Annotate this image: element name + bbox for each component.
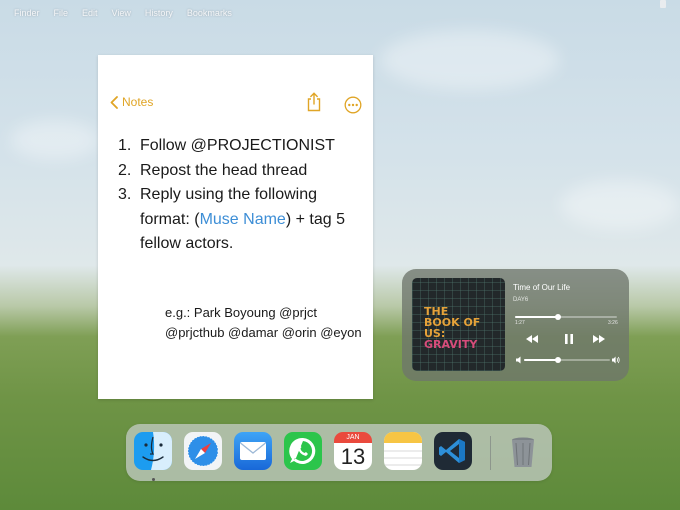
notes-window: Notes 1. Follow @PROJECTIONIST 2. Repost t… [98, 55, 373, 399]
rewind-button[interactable] [524, 332, 540, 346]
volume-knob[interactable] [555, 357, 562, 363]
progress-knob[interactable] [554, 314, 561, 320]
menu-view[interactable]: View [112, 8, 131, 18]
track-title: Time of Our Life [513, 283, 571, 292]
mail-icon [240, 442, 266, 460]
album-art-lettering: THE BOOK OF US: GRAVITY [424, 306, 494, 350]
album-art[interactable]: THE BOOK OF US: GRAVITY [412, 278, 505, 371]
dock-app-vscode[interactable] [434, 432, 472, 470]
menu-file[interactable]: File [54, 8, 69, 18]
chevron-left-icon [110, 95, 118, 109]
dock-app-mail[interactable] [234, 432, 272, 470]
trash-icon [512, 437, 534, 467]
progress-bar[interactable] [515, 314, 617, 320]
muse-name-link[interactable]: Muse Name [200, 211, 286, 228]
dock-app-whatsapp[interactable] [284, 432, 322, 470]
dock-separator [490, 436, 491, 470]
pause-icon [565, 334, 573, 344]
progress-fill [515, 316, 558, 318]
menu-finder[interactable]: Finder [14, 8, 40, 18]
note-content[interactable]: 1. Follow @PROJECTIONIST 2. Repost the hea… [118, 134, 363, 257]
notes-back-label: Notes [122, 95, 154, 109]
speaker-high-icon [612, 356, 620, 364]
step-text: Repost the head thread [140, 161, 308, 179]
whatsapp-icon [289, 437, 316, 464]
ellipsis-circle-icon[interactable] [344, 96, 362, 114]
share-icon[interactable] [306, 92, 322, 112]
vscode-icon [439, 439, 465, 463]
dock-app-calendar[interactable]: JAN 13 [334, 432, 372, 470]
dock: JAN 13 [126, 424, 552, 481]
steps-list: 1. Follow @PROJECTIONIST 2. Repost the hea… [118, 134, 363, 257]
notes-back-button[interactable]: Notes [110, 95, 153, 109]
step-text: Follow @PROJECTIONIST [140, 137, 335, 154]
volume-fill [524, 359, 559, 361]
dock-app-safari[interactable] [184, 432, 222, 470]
step-number: 3. [118, 186, 132, 203]
dock-app-trash[interactable] [504, 432, 542, 470]
menu-bookmarks[interactable]: Bookmarks [187, 8, 232, 18]
sky-cloud [560, 180, 680, 230]
backward-icon [526, 335, 538, 343]
pause-button[interactable] [561, 332, 577, 346]
dock-app-finder[interactable] [134, 432, 172, 470]
step-number: 1. [118, 137, 132, 154]
album-art-line: GRAVITY [424, 338, 478, 351]
notes-toolbar: Notes [98, 92, 373, 119]
step-number: 2. [118, 161, 132, 179]
sky-cloud [10, 120, 100, 160]
menu-edit[interactable]: Edit [82, 8, 98, 18]
example-text: e.g.: Park Boyoung @prjct @prjcthub @dam… [165, 305, 362, 340]
battery-icon [660, 0, 666, 8]
artist-name: DAY6 [513, 297, 529, 303]
finder-icon [134, 432, 172, 470]
menu-history[interactable]: History [145, 8, 173, 18]
forward-icon [593, 335, 605, 343]
notes-icon [384, 432, 422, 466]
elapsed-time: 1:27 [515, 320, 525, 326]
calendar-month: JAN [334, 432, 372, 443]
forward-button[interactable] [591, 332, 607, 346]
list-item: 3. Reply using the following format: (Mus… [118, 183, 363, 257]
list-item: 2. Repost the head thread [118, 159, 363, 184]
volume-slider[interactable] [524, 357, 610, 363]
speaker-low-icon [516, 356, 521, 364]
list-item: 1. Follow @PROJECTIONIST [118, 134, 363, 159]
finder-running-indicator [152, 478, 155, 481]
menu-bar: Finder File Edit View History Bookmarks [0, 0, 680, 26]
safari-icon [187, 435, 219, 467]
dock-app-notes[interactable] [384, 432, 422, 470]
total-time: 3:26 [608, 320, 618, 326]
now-playing-widget: THE BOOK OF US: GRAVITY Time of Our Life… [402, 269, 629, 381]
calendar-day: 13 [334, 443, 372, 470]
sky-cloud [380, 30, 560, 90]
